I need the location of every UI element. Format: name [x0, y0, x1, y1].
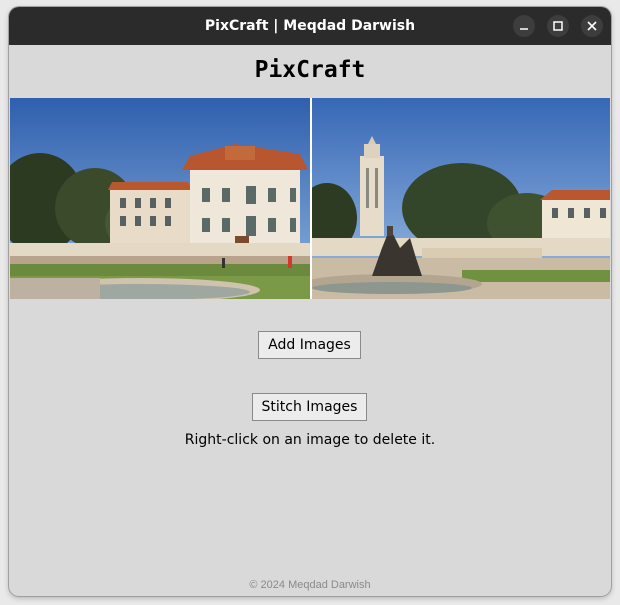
- campus-tower-fountain-photo[interactable]: [312, 98, 610, 299]
- delete-hint-text: Right-click on an image to delete it.: [184, 432, 436, 448]
- close-icon: [587, 21, 597, 31]
- maximize-button[interactable]: [547, 15, 569, 37]
- title-bar[interactable]: PixCraft | Meqdad Darwish: [9, 7, 611, 45]
- minimize-icon: [520, 28, 528, 30]
- close-button[interactable]: [581, 15, 603, 37]
- minimize-button[interactable]: [513, 15, 535, 37]
- campus-building-photo[interactable]: [10, 98, 310, 299]
- app-window: PixCraft | Meqdad Darwish PixCraft Add I…: [9, 7, 611, 596]
- add-images-button[interactable]: Add Images: [258, 331, 361, 359]
- app-heading: PixCraft: [254, 57, 366, 83]
- copyright-footer: © 2024 Meqdad Darwish: [249, 579, 371, 591]
- image-strip: [10, 98, 610, 299]
- stitch-images-button[interactable]: Stitch Images: [252, 393, 367, 421]
- maximize-icon: [553, 21, 563, 31]
